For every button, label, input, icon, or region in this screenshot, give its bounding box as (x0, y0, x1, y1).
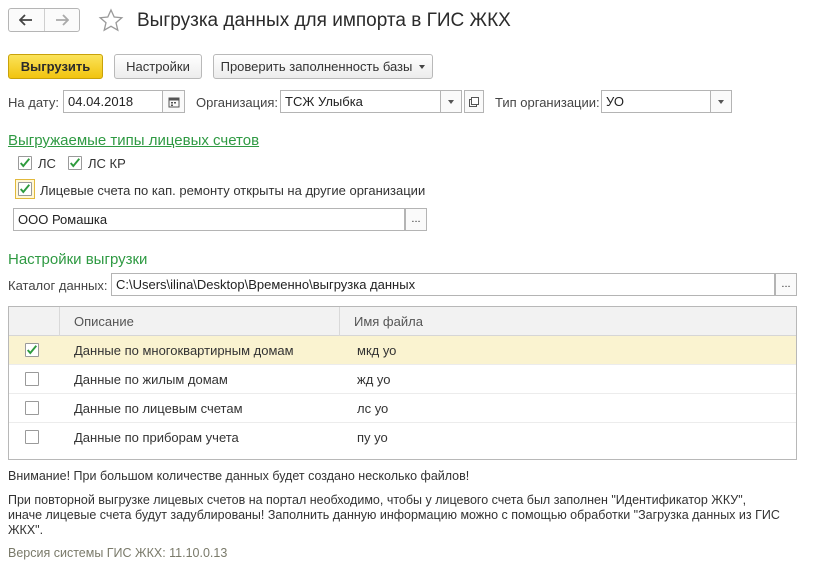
row-description: Данные по приборам учета (74, 430, 239, 445)
date-input[interactable]: 04.04.2018 (63, 90, 163, 113)
column-divider (339, 307, 340, 336)
row-checkbox[interactable] (25, 343, 39, 357)
info-text: При повторной выгрузке лицевых счетов на… (8, 493, 780, 537)
arrow-right-icon (55, 14, 69, 26)
column-divider (59, 307, 60, 336)
forward-button[interactable] (43, 9, 80, 31)
checkbox-box (25, 430, 39, 444)
favorite-star-icon[interactable] (98, 8, 124, 34)
checkmark-icon (19, 184, 31, 194)
row-description: Данные по лицевым счетам (74, 401, 243, 416)
row-checkbox[interactable] (25, 372, 39, 386)
calendar-button[interactable] (163, 90, 185, 113)
navigation-buttons (8, 8, 80, 32)
back-button[interactable] (9, 9, 44, 31)
table-row[interactable]: Данные по лицевым счетам лс уо (9, 394, 796, 423)
ls-checkbox[interactable] (18, 156, 32, 170)
check-database-button[interactable]: Проверить заполненность базы (213, 54, 433, 79)
checkmark-icon (26, 345, 38, 355)
row-checkbox[interactable] (25, 430, 39, 444)
org-type-input[interactable]: УО (601, 90, 711, 113)
catalog-input[interactable]: C:\Users\ilina\Desktop\Временно\выгрузка… (111, 273, 775, 296)
ellipsis-icon: ... (781, 278, 791, 290)
checkmark-icon (69, 158, 81, 168)
row-filename: жд уо (357, 372, 391, 387)
chevron-down-icon (448, 99, 454, 104)
table-row[interactable]: Данные по приборам учета пу уо (9, 423, 796, 452)
other-org-checkbox[interactable] (15, 179, 35, 199)
organization-label: Организация: (196, 95, 279, 110)
warning-text: Внимание! При большом количестве данных … (8, 469, 470, 483)
page-title: Выгрузка данных для импорта в ГИС ЖКХ (137, 10, 511, 31)
settings-button[interactable]: Настройки (114, 54, 202, 79)
check-database-label: Проверить заполненность базы (220, 59, 413, 74)
other-org-select-button[interactable]: ... (405, 208, 427, 231)
ls-checkbox-label: ЛС (38, 156, 56, 171)
chevron-down-icon (718, 99, 724, 104)
row-checkbox[interactable] (25, 401, 39, 415)
ls-kr-checkbox[interactable] (68, 156, 82, 170)
checkbox-box (18, 156, 32, 170)
organization-input[interactable]: ТСЖ Улыбка (280, 90, 441, 113)
calendar-icon (168, 97, 179, 107)
org-type-label: Тип организации: (495, 95, 600, 110)
column-header-description[interactable]: Описание (74, 314, 134, 329)
system-version: Версия системы ГИС ЖКХ: 11.10.0.13 (8, 546, 228, 560)
table-row[interactable]: Данные по жилым домам жд уо (9, 365, 796, 394)
row-filename: пу уо (357, 430, 388, 445)
checkbox-box (68, 156, 82, 170)
open-form-icon (469, 96, 479, 107)
row-filename: мкд уо (357, 343, 397, 358)
other-org-checkbox-label: Лицевые счета по кап. ремонту открыты на… (40, 183, 426, 198)
row-description: Данные по многоквартирным домам (74, 343, 294, 358)
catalog-label: Каталог данных: (8, 278, 108, 293)
org-type-dropdown-button[interactable] (711, 90, 732, 113)
arrow-left-icon (19, 14, 33, 26)
organization-dropdown-button[interactable] (441, 90, 462, 113)
checkmark-icon (19, 158, 31, 168)
row-description: Данные по жилым домам (74, 372, 228, 387)
table-row[interactable]: Данные по многоквартирным домам мкд уо (9, 336, 796, 365)
date-label: На дату: (8, 95, 59, 110)
checkbox-box (25, 343, 39, 357)
checkbox-box (25, 401, 39, 415)
row-filename: лс уо (357, 401, 389, 416)
column-header-filename[interactable]: Имя файла (354, 314, 423, 329)
ellipsis-icon: ... (411, 213, 421, 225)
other-org-input[interactable]: ООО Ромашка (13, 208, 405, 231)
export-settings-heading: Настройки выгрузки (8, 251, 148, 268)
checkbox-box (25, 372, 39, 386)
chevron-down-icon (419, 64, 426, 69)
catalog-select-button[interactable]: ... (775, 273, 797, 296)
checkbox-box (18, 182, 32, 196)
files-table: Описание Имя файла Данные по многокварти… (8, 306, 797, 460)
export-button[interactable]: Выгрузить (8, 54, 103, 79)
ls-kr-checkbox-label: ЛС КР (88, 156, 126, 171)
account-types-heading[interactable]: Выгружаемые типы лицевых счетов (8, 132, 259, 149)
organization-open-button[interactable] (464, 90, 484, 113)
table-header: Описание Имя файла (9, 307, 796, 336)
